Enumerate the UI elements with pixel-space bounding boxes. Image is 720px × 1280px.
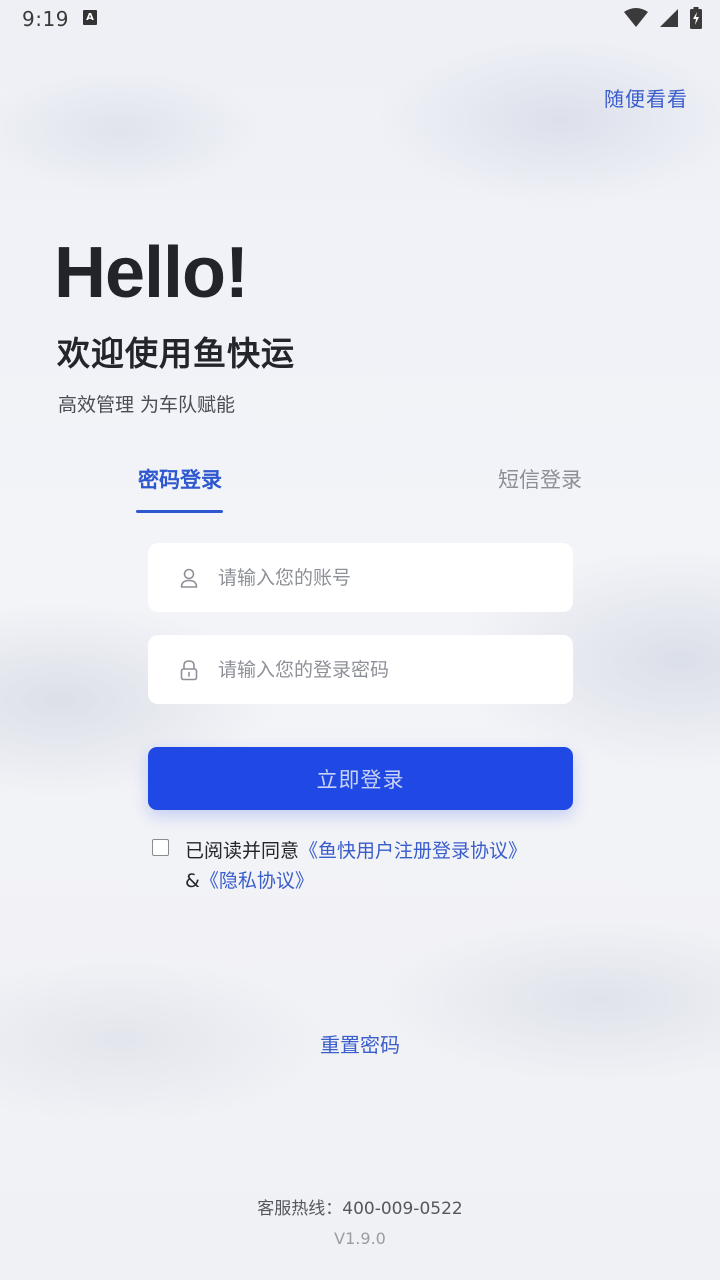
privacy-policy-link[interactable]: 《隐私协议》 bbox=[200, 870, 314, 892]
agreement-text-line2: &《隐私协议》 bbox=[185, 866, 314, 893]
status-icons bbox=[618, 7, 702, 31]
account-field[interactable] bbox=[148, 543, 573, 612]
agreement-text: 已阅读并同意《鱼快用户注册登录协议》 bbox=[185, 836, 527, 863]
status-bar: 9:19 A bbox=[0, 0, 720, 38]
browse-as-guest-link[interactable]: 随便看看 bbox=[604, 83, 688, 112]
user-agreement-link[interactable]: 《鱼快用户注册登录协议》 bbox=[299, 840, 527, 862]
reset-password-link[interactable]: 重置密码 bbox=[0, 1029, 720, 1058]
wifi-icon bbox=[623, 8, 648, 29]
a-app-icon: A bbox=[83, 10, 97, 25]
account-input[interactable] bbox=[218, 543, 558, 612]
slogan-subtitle: 高效管理 为车队赋能 bbox=[58, 394, 236, 416]
password-field[interactable] bbox=[148, 635, 573, 704]
login-button[interactable]: 立即登录 bbox=[148, 747, 573, 810]
active-tab-indicator bbox=[136, 510, 223, 513]
agreement-prefix: 已阅读并同意 bbox=[185, 840, 300, 862]
lock-icon bbox=[179, 659, 199, 681]
signal-icon bbox=[659, 8, 679, 29]
welcome-title: 欢迎使用鱼快运 bbox=[57, 334, 295, 373]
greeting-title: Hello! bbox=[54, 233, 249, 313]
user-icon bbox=[179, 567, 199, 589]
password-input[interactable] bbox=[218, 635, 558, 704]
battery-charging-icon bbox=[690, 7, 702, 29]
tab-sms-login[interactable]: 短信登录 bbox=[498, 464, 582, 494]
tab-password-login[interactable]: 密码登录 bbox=[138, 464, 222, 494]
status-time: 9:19 bbox=[22, 7, 69, 31]
app-version: V1.9.0 bbox=[334, 1229, 386, 1248]
agreement-joiner: & bbox=[185, 870, 200, 892]
customer-service-hotline: 客服热线：400-009-0522 bbox=[257, 1199, 463, 1219]
agreement-checkbox[interactable] bbox=[152, 839, 169, 856]
